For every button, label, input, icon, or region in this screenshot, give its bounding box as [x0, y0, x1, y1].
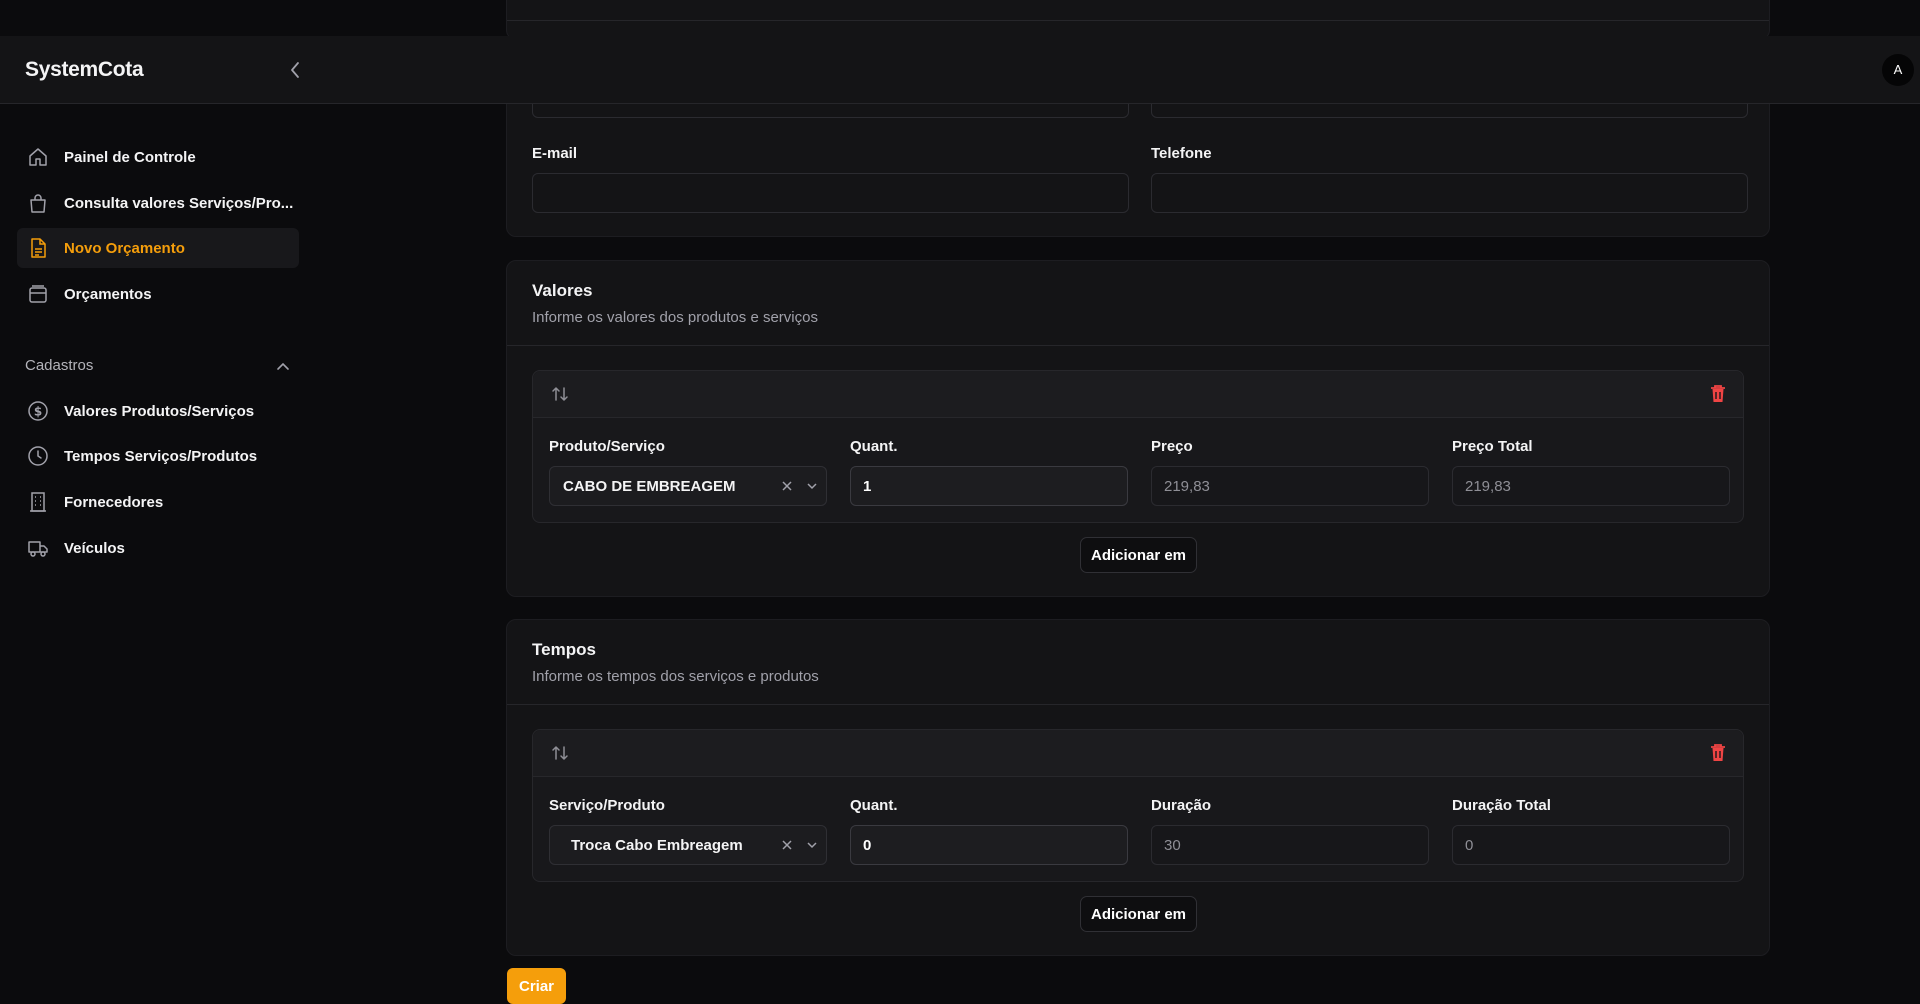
sidebar-item-label: Consulta valores Serviços/Pro... [64, 194, 294, 212]
sidebar-item-veiculos[interactable]: Veículos [17, 528, 300, 568]
product-select[interactable]: CABO DE EMBREAGEM [549, 466, 827, 506]
valores-subtitle: Informe os valores dos produtos e serviç… [532, 309, 818, 326]
add-tempo-button[interactable]: Adicionar em [1080, 896, 1197, 932]
shopping-bag-icon [27, 192, 49, 214]
clear-icon[interactable] [776, 839, 798, 851]
reorder-handle[interactable] [549, 742, 571, 764]
chevron-left-icon [291, 61, 299, 78]
chevron-down-icon[interactable] [798, 841, 826, 849]
section-cadastros[interactable]: Cadastros [25, 357, 290, 374]
phone-field[interactable] [1151, 173, 1748, 213]
product-label: Produto/Serviço [549, 438, 665, 455]
building-icon [27, 491, 49, 513]
item-header [533, 730, 1743, 777]
sidebar-item-label: Fornecedores [64, 493, 164, 511]
sidebar-item-label: Orçamentos [64, 285, 152, 303]
sidebar-item-orcamentos[interactable]: Orçamentos [17, 274, 300, 314]
svg-text:$: $ [34, 405, 42, 419]
tempos-title: Tempos [532, 640, 596, 659]
delete-item-button[interactable] [1707, 742, 1729, 764]
sidebar-item-label: Painel de Controle [64, 148, 196, 166]
user-avatar[interactable]: A [1882, 53, 1914, 86]
clock-icon [27, 445, 49, 467]
create-button[interactable]: Criar [507, 968, 566, 1004]
chevron-down-icon[interactable] [798, 482, 826, 490]
sidebar-item-fornecedores[interactable]: Fornecedores [17, 482, 300, 522]
sidebar-item-consulta[interactable]: Consulta valores Serviços/Pro... [17, 183, 300, 223]
delete-item-button[interactable] [1707, 383, 1729, 405]
dollar-circle-icon: $ [27, 400, 49, 422]
sidebar-item-label: Veículos [64, 539, 125, 557]
email-field[interactable] [532, 173, 1129, 213]
trash-icon [1711, 744, 1725, 761]
sidebar-item-label: Novo Orçamento [64, 239, 185, 257]
top-bar: SystemCota A [0, 36, 1920, 104]
sidebar-item-tempos[interactable]: Tempos Serviços/Produtos [17, 436, 300, 476]
section-label: Cadastros [25, 357, 94, 374]
archive-icon [27, 283, 49, 305]
truck-icon [27, 537, 49, 559]
sidebar-item-painel[interactable]: Painel de Controle [17, 137, 300, 177]
home-icon [27, 146, 49, 168]
sidebar-item-label: Valores Produtos/Serviços [64, 402, 255, 420]
arrows-up-down-icon [552, 387, 568, 401]
sidebar-item-label: Tempos Serviços/Produtos [64, 447, 258, 465]
add-valor-button[interactable]: Adicionar em [1080, 537, 1197, 573]
item-header [533, 371, 1743, 418]
tempos-card: Tempos Informe os tempos dos serviços e … [506, 619, 1770, 956]
sidebar: Painel de Controle Consulta valores Serv… [0, 104, 300, 1000]
sidebar-item-valores[interactable]: $ Valores Produtos/Serviços [17, 391, 300, 431]
duration-label: Duração [1151, 797, 1212, 814]
qty-label: Quant. [850, 797, 898, 814]
total-duration-label: Duração Total [1452, 797, 1551, 814]
qty-label: Quant. [850, 438, 898, 455]
phone-label: Telefone [1151, 145, 1212, 162]
valores-card: Valores Informe os valores dos produtos … [506, 260, 1770, 597]
email-label: E-mail [532, 145, 578, 162]
service-select-value: Troca Cabo Embreagem [571, 836, 743, 854]
divider [507, 345, 1769, 346]
tempos-subtitle: Informe os tempos dos serviços e produto… [532, 668, 819, 685]
valores-item: Produto/Serviço Quant. Preço Preço Total… [532, 370, 1744, 523]
brand-logo: SystemCota [25, 57, 144, 81]
clear-icon[interactable] [776, 480, 798, 492]
total-duration-input[interactable]: 0 [1452, 825, 1730, 865]
price-input[interactable]: 219,83 [1151, 466, 1429, 506]
duration-input[interactable]: 30 [1151, 825, 1429, 865]
collapse-sidebar-button[interactable] [286, 61, 304, 79]
total-price-label: Preço Total [1452, 438, 1533, 455]
document-icon [27, 237, 49, 259]
reorder-handle[interactable] [549, 383, 571, 405]
top-card-fragment [506, 0, 1770, 40]
price-label: Preço [1151, 438, 1193, 455]
qty-input[interactable]: 0 [850, 825, 1128, 865]
qty-input[interactable]: 1 [850, 466, 1128, 506]
product-select-value: CABO DE EMBREAGEM [563, 477, 736, 495]
service-label: Serviço/Produto [549, 797, 665, 814]
arrows-up-down-icon [552, 746, 568, 760]
chevron-up-icon [277, 362, 289, 370]
valores-title: Valores [532, 281, 593, 300]
sidebar-item-novo-orcamento[interactable]: Novo Orçamento [17, 228, 299, 268]
service-select[interactable]: Troca Cabo Embreagem [549, 825, 827, 865]
divider [507, 704, 1769, 705]
tempos-item: Serviço/Produto Quant. Duração Duração T… [532, 729, 1744, 882]
trash-icon [1711, 385, 1725, 402]
total-price-input[interactable]: 219,83 [1452, 466, 1730, 506]
divider [507, 20, 1769, 21]
